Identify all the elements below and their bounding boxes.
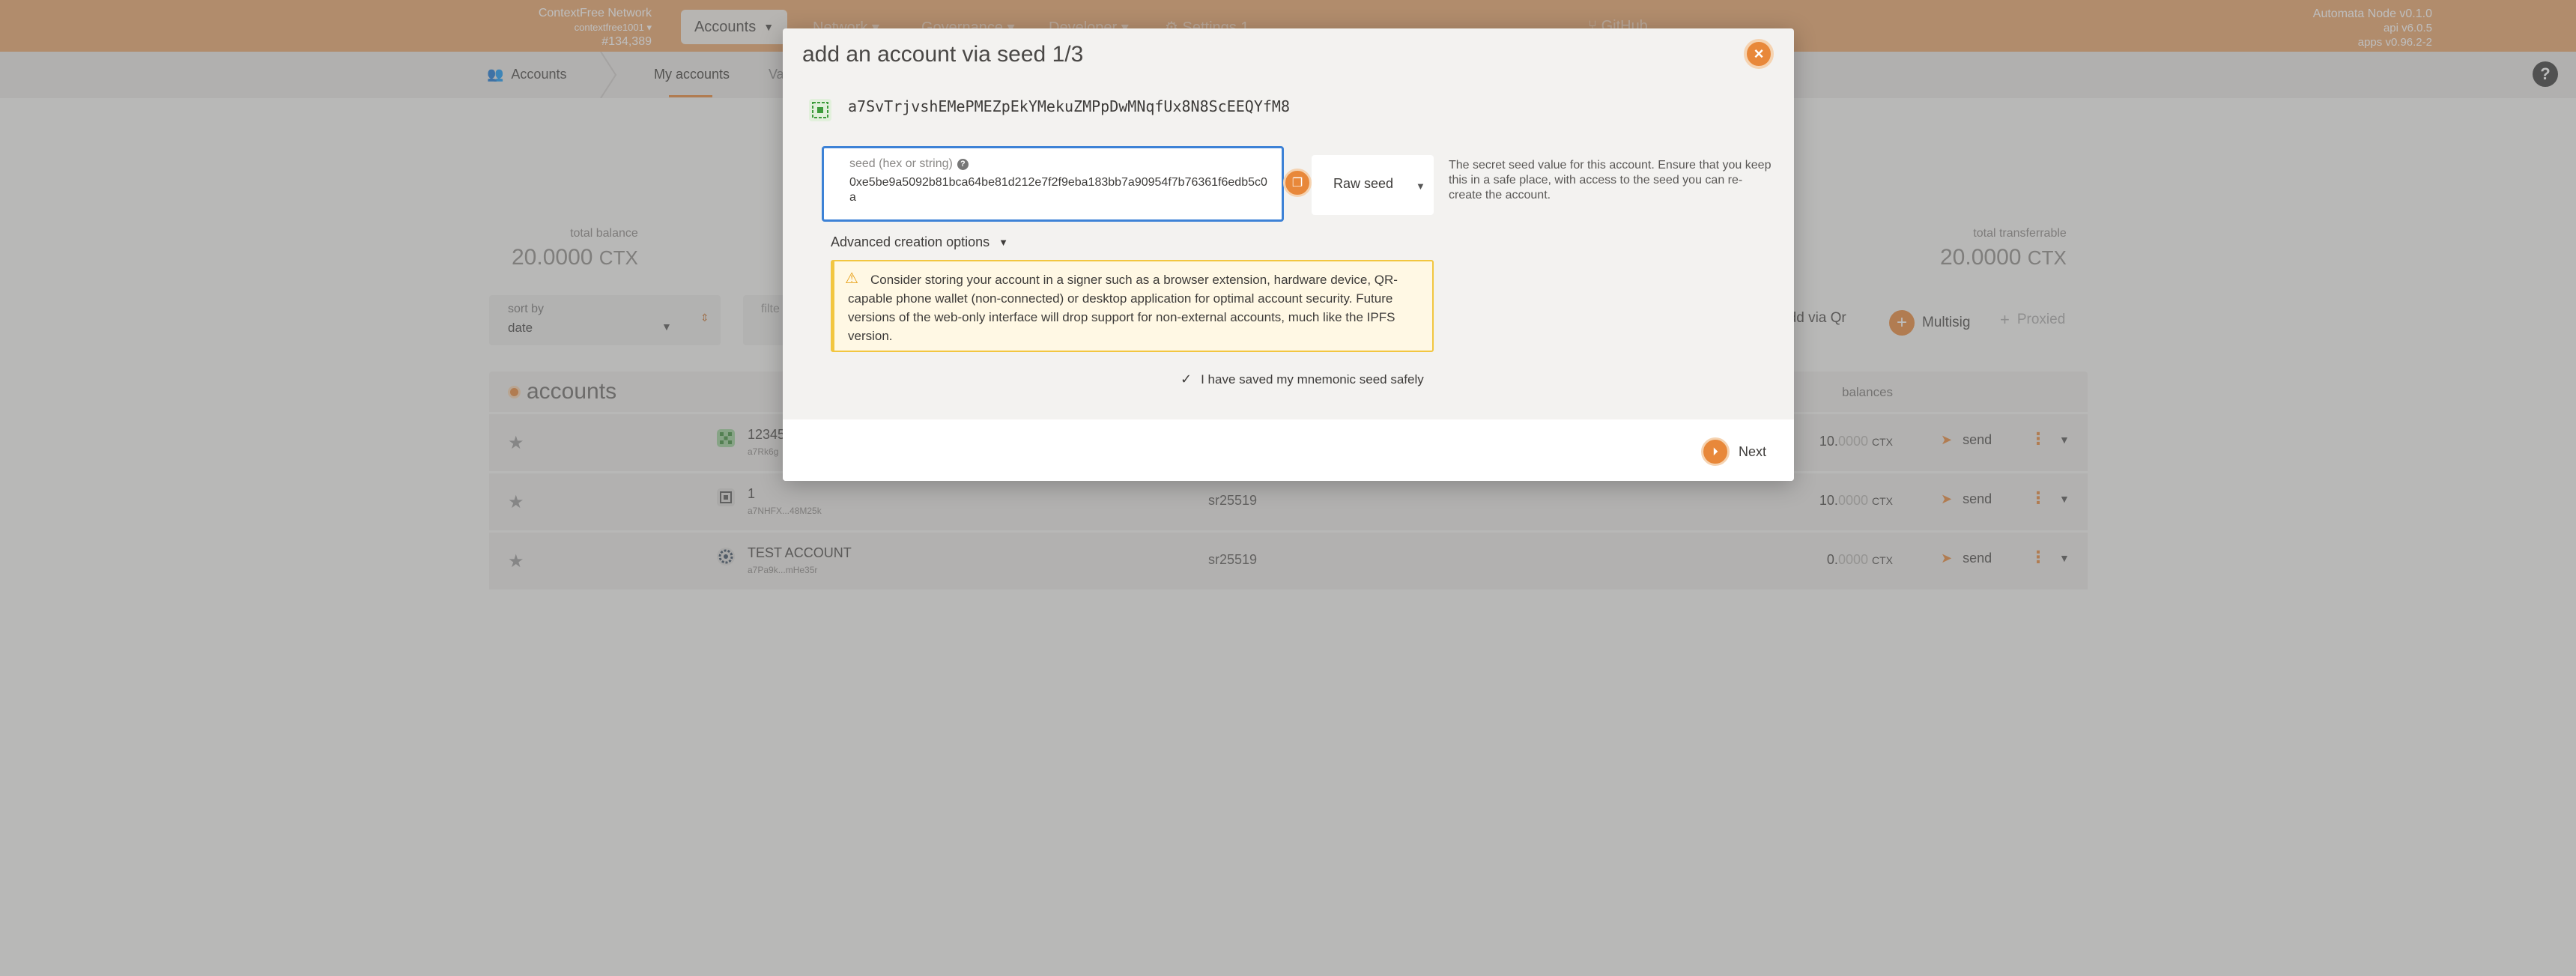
seed-type-dropdown[interactable]: Raw seed ▼ [1312,155,1434,215]
next-label: Next [1739,443,1767,459]
chevron-down-icon: ▼ [998,237,1009,248]
warning-text: Consider storing your account in a signe… [848,273,1398,343]
copy-icon: ❐ [1291,177,1303,190]
advanced-options-label: Advanced creation options [831,234,990,249]
chevron-down-icon: ▼ [1416,181,1425,192]
identicon-icon [809,99,831,121]
close-icon: × [1754,44,1764,63]
saved-seed-checkbox[interactable]: ✓ I have saved my mnemonic seed safely [1181,372,1424,387]
modal-footer: ⏵ Next [783,419,1794,481]
seed-type-value: Raw seed [1333,176,1394,191]
new-account-address: a7SvTrjvshEMePMEZpEkYMekuZMPpDwMNqfUx8N8… [848,97,1291,115]
seed-label: seed (hex or string)? [849,157,969,171]
add-account-modal: add an account via seed 1/3 × a7SvTrjvsh… [783,28,1794,481]
copy-button[interactable]: ❐ [1283,169,1312,197]
close-button[interactable]: × [1744,39,1774,69]
step-forward-icon: ⏵ [1701,437,1730,466]
seed-help-text: The secret seed value for this account. … [1449,159,1772,201]
seed-value[interactable]: 0xe5be9a5092b81bca64be81d212e7f2f9eba183… [849,175,1269,205]
advanced-options-toggle[interactable]: Advanced creation options ▼ [831,234,1008,250]
question-icon[interactable]: ? [957,158,969,170]
next-button[interactable]: ⏵ Next [1701,437,1766,466]
security-warning: ⚠ Consider storing your account in a sig… [831,260,1434,352]
seed-input[interactable]: seed (hex or string)? 0xe5be9a5092b81bca… [822,146,1284,222]
saved-seed-label: I have saved my mnemonic seed safely [1201,372,1424,387]
checkmark-icon: ✓ [1181,372,1192,387]
modal-title: add an account via seed 1/3 [802,42,1084,67]
